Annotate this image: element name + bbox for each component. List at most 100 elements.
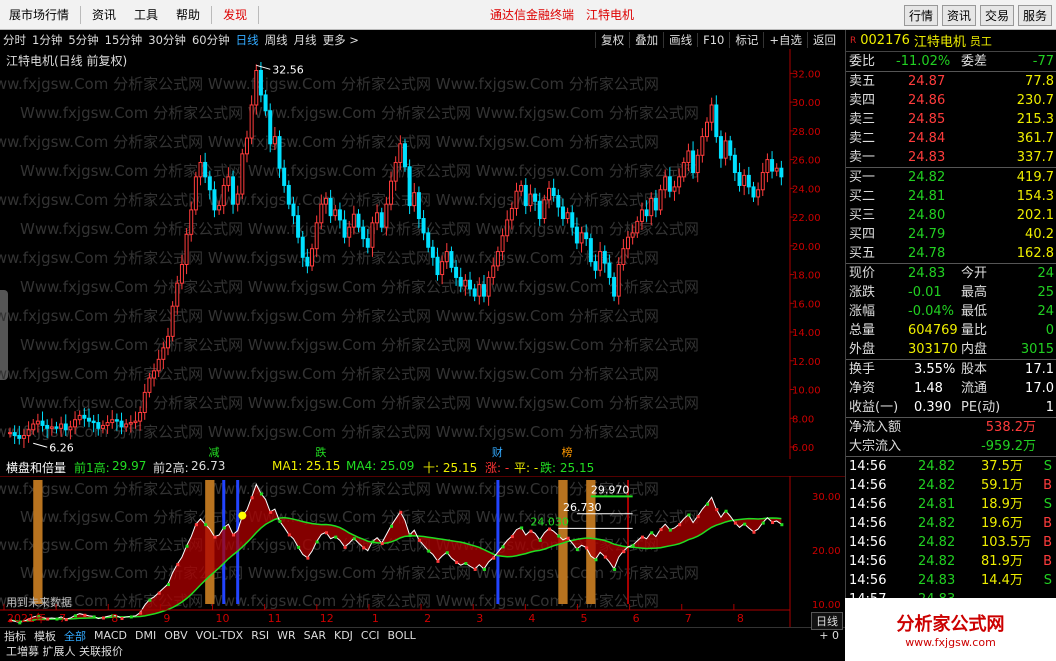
period-daily[interactable]: 日线 (233, 32, 262, 48)
back-button[interactable]: 返回 (807, 31, 841, 48)
weibi-label: 委比 (849, 54, 876, 69)
ref-value: 29.970 (591, 483, 630, 496)
candle-body (351, 213, 356, 228)
bid-label: 买一 (849, 170, 876, 185)
draw-button[interactable]: 画线 (663, 31, 697, 48)
bottom-links[interactable]: 工増募 扩展人 关联报价 (0, 643, 845, 661)
price-dot (668, 528, 672, 532)
tab-cci[interactable]: CCI (357, 629, 384, 642)
price-dot (733, 521, 737, 525)
candle-body (732, 154, 737, 174)
period-more[interactable]: 更多 > (320, 32, 362, 48)
ind-y-label: 20.00 (812, 546, 841, 557)
indicator-chart[interactable]: 30.00 20.00 10.00 Www.fxjgsw.Com 分析家公式网 Www… (0, 476, 845, 627)
stat-row: 外盘 303170 内盘 3015 (846, 340, 1056, 359)
price-dot (278, 519, 282, 523)
price-dot (585, 546, 589, 550)
tab-template[interactable]: 模板 (30, 628, 60, 644)
tick-time: 14:56 (849, 516, 887, 531)
menu-news[interactable]: 资讯 (83, 6, 125, 23)
future-data-caption: 用到未来数据 (6, 595, 72, 609)
price-dot (213, 535, 217, 539)
tab-dmi[interactable]: DMI (131, 629, 160, 642)
period-weekly[interactable]: 周线 (262, 32, 291, 48)
stat-label: 外盘 (849, 342, 876, 357)
menu-separator (80, 5, 82, 24)
adjust-button[interactable]: 复权 (595, 31, 629, 48)
price-dot (613, 567, 617, 571)
tab-indicator[interactable]: 指标 (0, 628, 30, 644)
tick-row: 14:56 24.82 81.9万 B (846, 552, 1056, 571)
price-dot (724, 509, 728, 513)
bid-row: 买四 24.79 40.2 (846, 225, 1056, 244)
trade-button[interactable]: 交易 (979, 5, 1014, 26)
tab-rsi[interactable]: RSI (247, 629, 273, 642)
tick-row: 14:56 24.82 59.1万 B (846, 476, 1056, 495)
ind-y-label: 10.00 (812, 600, 841, 611)
ask-volume: 230.7 (1016, 93, 1054, 108)
period-15min[interactable]: 15分钟 (102, 32, 146, 48)
x-tick-label: 9 (163, 612, 170, 625)
main-kline-chart[interactable]: 32.00 30.00 28.00 26.00 24.00 22.00 20.00 18.00… (0, 49, 845, 459)
tab-sar[interactable]: SAR (300, 629, 330, 642)
period-selector[interactable]: 日线 (811, 612, 843, 630)
tab-obv[interactable]: OBV (160, 629, 191, 642)
tab-kdj[interactable]: KDJ (330, 629, 357, 642)
overlay-button[interactable]: 叠加 (629, 31, 663, 48)
period-monthly[interactable]: 月线 (291, 32, 320, 48)
menu-tools[interactable]: 工具 (125, 6, 167, 23)
stat-label: 收益(一) (849, 400, 899, 415)
tab-all[interactable]: 全部 (60, 628, 90, 644)
candle-body (142, 391, 147, 414)
app-title: 通达信金融终端 (490, 8, 575, 22)
menu-market[interactable]: 展市场行情 (0, 6, 78, 23)
price-dot (232, 533, 236, 537)
tab-macd[interactable]: MACD (90, 629, 131, 642)
f10-button[interactable]: F10 (697, 32, 729, 47)
menu-help[interactable]: 帮助 (167, 6, 209, 23)
price-dot (743, 522, 747, 526)
period-30min[interactable]: 30分钟 (145, 32, 189, 48)
candle-body (528, 193, 533, 207)
x-tick-label: 7 (685, 612, 692, 625)
weibi-value: -11.02% (896, 54, 951, 69)
mark-button[interactable]: 标记 (729, 31, 763, 48)
candle-body (677, 176, 682, 188)
news-button[interactable]: 资讯 (941, 5, 976, 26)
period-intraday[interactable]: 分时 (0, 32, 29, 48)
tick-row: 14:56 24.81 18.9万 S (846, 495, 1056, 514)
indicator-name[interactable]: 横盘和倍量 (6, 459, 66, 476)
candle-body (347, 226, 352, 238)
tick-price: 24.82 (918, 516, 956, 531)
price-dot (696, 515, 700, 519)
ask-price: 24.85 (908, 112, 946, 127)
tab-wr[interactable]: WR (273, 629, 300, 642)
tab-boll[interactable]: BOLL (384, 629, 420, 642)
x-tick-label: 6 (633, 612, 640, 625)
quote-button[interactable]: 行情 (903, 5, 938, 26)
bid-label: 买五 (849, 246, 876, 261)
candle-body (505, 219, 510, 237)
menu-discover[interactable]: 发现 (214, 6, 256, 23)
ask-label: 卖三 (849, 112, 876, 127)
candle-body (440, 261, 445, 276)
candle-body (588, 238, 593, 263)
price-dot (83, 613, 87, 617)
top-right-buttons: 行情 资讯 交易 服务 (903, 5, 1052, 26)
add-watchlist-button[interactable]: +自选 (763, 31, 807, 48)
tick-price: 24.81 (918, 497, 956, 512)
zoom-controls[interactable]: + 0 (815, 629, 843, 642)
ask-label: 卖一 (849, 150, 876, 165)
tab-vol-tdx[interactable]: VOL-TDX (192, 629, 248, 642)
period-5min[interactable]: 5分钟 (65, 32, 101, 48)
candle-body (644, 209, 649, 217)
max-price-label: 32.56 (272, 63, 304, 76)
price-dot (222, 526, 226, 530)
tick-volume: 81.9万 (981, 554, 1023, 569)
stat-label: 最低 (961, 304, 988, 319)
service-button[interactable]: 服务 (1017, 5, 1052, 26)
candle-body (128, 422, 133, 425)
price-dot (269, 510, 273, 514)
period-1min[interactable]: 1分钟 (29, 32, 65, 48)
period-60min[interactable]: 60分钟 (189, 32, 233, 48)
